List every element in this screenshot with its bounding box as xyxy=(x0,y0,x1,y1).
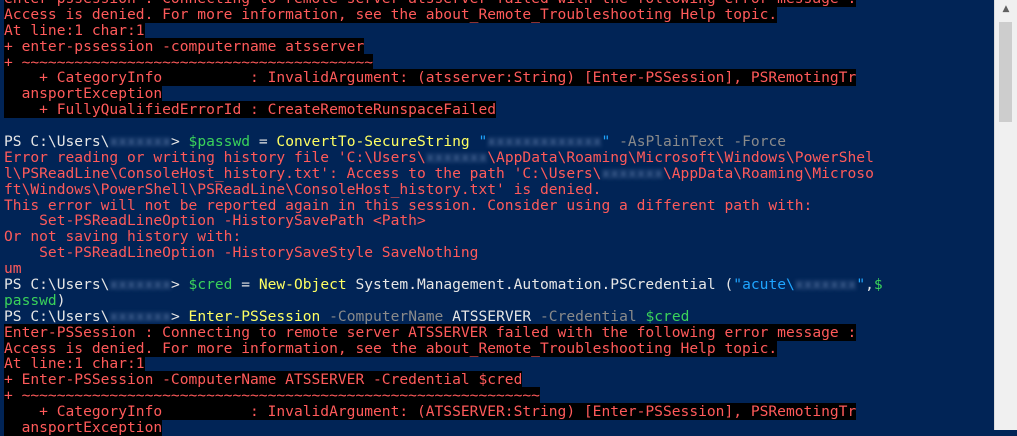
scroll-up-arrow-icon[interactable]: ▲ xyxy=(995,2,1017,18)
console-text: + CategoryInfo : InvalidArgument: (ATSSE… xyxy=(4,403,857,421)
console-line: + ~~~~~~~~~~~~~~~~~~~~~~~~~~~~~~~~~~~~~~… xyxy=(4,387,994,405)
console-text: ansportException xyxy=(4,85,163,103)
console-line: passwd) xyxy=(4,291,994,309)
console-text: PS C:\Users\ xyxy=(4,133,110,151)
console-line: ansportException xyxy=(4,419,994,436)
console-text: ft\Windows\PowerShell\PSReadLine\Console… xyxy=(4,180,602,198)
console-text: > xyxy=(170,276,189,294)
console-text: "acute\ xyxy=(733,276,795,294)
console-line: Access is denied. For more information, … xyxy=(4,339,994,357)
console-line: + FullyQualifiedErrorId : CreateRemoteRu… xyxy=(4,101,994,119)
console-text: This error will not be reported again in… xyxy=(4,196,813,214)
console-text: Enter-PSSession : Connecting to remote s… xyxy=(4,323,857,341)
console-text: > xyxy=(170,307,189,325)
redacted-text: xxxxxxx xyxy=(109,133,171,151)
console-line: At line:1 char:1 xyxy=(4,21,994,39)
console-text: -Credential xyxy=(540,307,637,325)
console-text: Set-PSReadLineOption -HistorySavePath <P… xyxy=(4,212,426,230)
console-text: + Enter-PSSession -ComputerName ATSSERVE… xyxy=(4,371,523,389)
console-text: ConvertTo-SecureString xyxy=(276,133,470,151)
scroll-thumb[interactable] xyxy=(999,22,1012,122)
console-text: " xyxy=(856,276,866,294)
console-line xyxy=(4,118,994,134)
console-line: PS C:\Users\xxxxxxx> Enter-PSSession -Co… xyxy=(4,307,994,325)
console-text: -AsPlainText -Force xyxy=(619,133,787,151)
redacted-text: xxxxxxx xyxy=(109,307,171,325)
console-text: PS C:\Users\ xyxy=(4,276,110,294)
console-line: PS C:\Users\xxxxxxx> $passwd = ConvertTo… xyxy=(4,134,994,150)
console-line: Enter-PSSession : Connecting to remote s… xyxy=(4,323,994,341)
console-line: Or not saving history with: xyxy=(4,229,994,245)
console-text: Access is denied. For more information, … xyxy=(4,339,778,357)
console-text: + FullyQualifiedErrorId : CreateRemoteRu… xyxy=(4,101,497,119)
console-text: = xyxy=(250,133,277,151)
console-text: At line:1 char:1 xyxy=(4,355,145,373)
console-text: $cred xyxy=(188,276,233,294)
console-text: ansportException xyxy=(4,419,163,436)
console-text: Access is denied. For more information, … xyxy=(4,5,778,23)
console-text: -ComputerName xyxy=(329,307,444,325)
console-line: ansportException xyxy=(4,85,994,103)
console-line: Access is denied. For more information, … xyxy=(4,5,994,23)
console-text: \AppData\Roaming\Microsoft\Windows\Power… xyxy=(487,148,874,166)
console-text: \AppData\Roaming\Microso xyxy=(662,164,874,182)
console-text: = xyxy=(232,276,259,294)
redacted-text: xxxxxxx xyxy=(601,164,663,182)
console-text: Or not saving history with: xyxy=(4,228,242,246)
console-text: System.Management.Automation.PSCredentia… xyxy=(346,276,734,294)
console-text: + ~~~~~~~~~~~~~~~~~~~~~~~~~~~~~~~~~~~~~~… xyxy=(4,53,374,71)
console-text: At line:1 char:1 xyxy=(4,21,145,39)
redacted-text: xxxxxxx xyxy=(109,276,171,294)
console-text: um xyxy=(4,260,22,278)
console-text: $passwd xyxy=(188,133,251,151)
console-text: ATSSERVER xyxy=(443,307,541,325)
console-line: l\PSReadLine\ConsoleHost_history.txt': A… xyxy=(4,164,994,182)
console-line: Set-PSReadLineOption -HistorySaveStyle S… xyxy=(4,245,994,261)
console-line: + ~~~~~~~~~~~~~~~~~~~~~~~~~~~~~~~~~~~~~~… xyxy=(4,53,994,71)
console-text: passwd xyxy=(4,291,57,309)
console-text: " xyxy=(601,133,611,151)
console-text: $cred xyxy=(645,307,690,325)
console-line: At line:1 char:1 xyxy=(4,355,994,373)
console-text: $ xyxy=(873,276,883,294)
console-text: + CategoryInfo : InvalidArgument: (atsse… xyxy=(4,69,857,87)
console-line: + CategoryInfo : InvalidArgument: (atsse… xyxy=(4,69,994,87)
console-text: " xyxy=(478,133,488,151)
console-line: um xyxy=(4,261,994,277)
console-line: This error will not be reported again in… xyxy=(4,196,994,214)
console-text: ) xyxy=(56,291,66,309)
console-text: + enter-pssession -computername atsserve… xyxy=(4,37,365,55)
vertical-scrollbar[interactable]: ▲ xyxy=(994,0,1017,430)
console-text: Enter-PSSession xyxy=(188,307,321,325)
console-line: + CategoryInfo : InvalidArgument: (ATSSE… xyxy=(4,403,994,421)
console-text: l\PSReadLine\ConsoleHost_history.txt': A… xyxy=(4,164,602,182)
redacted-text: xxxxxxx xyxy=(794,276,857,294)
console-line: Set-PSReadLineOption -HistorySavePath <P… xyxy=(4,213,994,229)
console-output[interactable]: enter-pssession : Connecting to remote s… xyxy=(4,0,994,436)
redacted-text: xxxxxxx xyxy=(425,148,488,166)
console-line: PS C:\Users\xxxxxxx> $cred = New-Object … xyxy=(4,277,994,293)
console-line: Error reading or writing history file 'C… xyxy=(4,148,994,166)
redacted-text: xxxxxxxxxxxxx xyxy=(487,133,602,151)
console-text: > xyxy=(170,133,189,151)
console-text: + ~~~~~~~~~~~~~~~~~~~~~~~~~~~~~~~~~~~~~~… xyxy=(4,387,540,405)
console-text: Set-PSReadLineOption -HistorySaveStyle S… xyxy=(4,244,479,262)
console-text: , xyxy=(865,276,874,294)
console-text: PS C:\Users\ xyxy=(4,307,110,325)
console-line: + enter-pssession -computername atsserve… xyxy=(4,37,994,55)
console-text: Error reading or writing history file 'C… xyxy=(4,148,426,166)
console-line: + Enter-PSSession -ComputerName ATSSERVE… xyxy=(4,371,994,389)
console-line: ft\Windows\PowerShell\PSReadLine\Console… xyxy=(4,180,994,198)
console-text: New-Object xyxy=(258,276,347,294)
